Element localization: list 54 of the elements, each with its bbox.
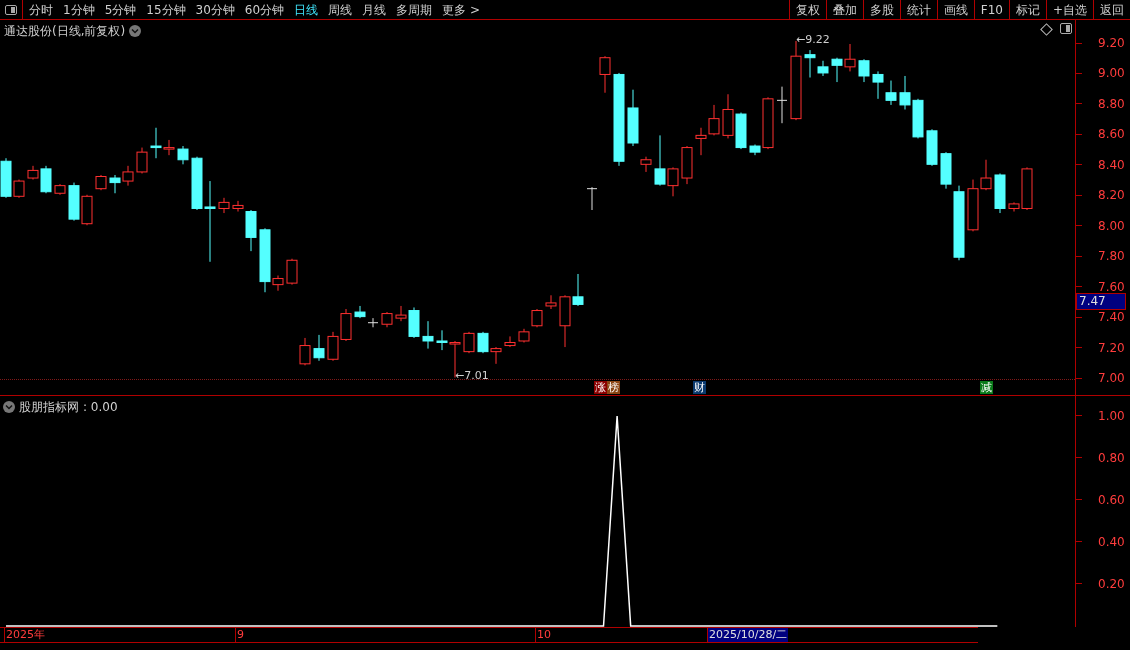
indicator-tick-label: 1.00 — [1098, 408, 1125, 423]
current-price-label: 7.47 — [1076, 293, 1126, 310]
price-tick-label: 9.20 — [1098, 37, 1125, 49]
period-tab[interactable]: 1分钟 — [63, 0, 95, 19]
chart-title: 通达股份(日线,前复权) — [4, 23, 126, 40]
toolbar-button[interactable]: 统计 — [899, 0, 937, 19]
period-tab[interactable]: 分时 — [29, 0, 53, 19]
panel-toggle-icon[interactable] — [1060, 23, 1072, 34]
indicator-tick-label: 0.80 — [1098, 450, 1125, 465]
chevron-down-icon[interactable] — [129, 25, 142, 37]
date-label: 2025/10/28/二 — [707, 628, 789, 642]
event-marker[interactable]: 财 — [693, 381, 706, 394]
period-tab[interactable]: 月线 — [362, 0, 387, 19]
date-label: 9 — [235, 628, 245, 642]
indicator-reading: : 0.00 — [83, 399, 118, 416]
chevron-down-icon[interactable] — [3, 401, 15, 413]
period-tab[interactable]: 多周期 — [396, 0, 433, 19]
price-tick-label: 7.60 — [1098, 280, 1125, 293]
event-marker[interactable]: 减 — [980, 381, 993, 394]
price-tick-label: 7.20 — [1098, 341, 1125, 354]
price-tick-label: 7.40 — [1098, 311, 1125, 324]
event-marker[interactable]: 涨 — [594, 381, 607, 394]
toolbar-button[interactable]: F10 — [973, 0, 1009, 19]
toolbar-button[interactable]: 复权 — [788, 0, 826, 19]
date-label: 2025年 — [4, 628, 46, 642]
date-label: 10 — [535, 628, 552, 642]
price-annotation: ←7.01 — [455, 369, 489, 381]
period-tab[interactable]: 15分钟 — [146, 0, 186, 19]
toolbar-button[interactable]: 多股 — [862, 0, 900, 19]
price-tick-label: 8.80 — [1098, 97, 1125, 110]
toolbar-button[interactable]: 标记 — [1008, 0, 1046, 19]
price-tick-label: 7.00 — [1098, 372, 1125, 385]
period-tab[interactable]: 5分钟 — [104, 0, 137, 19]
indicator-tick-label: 0.40 — [1098, 534, 1125, 549]
toolbar-button[interactable]: 叠加 — [825, 0, 863, 19]
period-tab[interactable]: 日线 — [294, 0, 319, 19]
price-tick-label: 9.00 — [1098, 67, 1125, 80]
toolbar-button[interactable]: +自选 — [1045, 0, 1093, 19]
indicator-tick-label: 0.20 — [1098, 577, 1125, 591]
price-annotation: ←9.22 — [796, 33, 830, 45]
toolbar-button[interactable]: 返回 — [1093, 0, 1130, 19]
price-tick-label: 8.20 — [1098, 189, 1125, 202]
price-tick-label: 8.60 — [1098, 128, 1125, 141]
toolbar-button[interactable]: 画线 — [936, 0, 974, 19]
price-tick-label: 7.80 — [1098, 250, 1125, 263]
period-tab[interactable]: 30分钟 — [195, 0, 235, 19]
period-tab[interactable]: 60分钟 — [244, 0, 285, 19]
event-marker[interactable]: 榜 — [607, 381, 620, 394]
period-tab[interactable]: 周线 — [328, 0, 353, 19]
price-tick-label: 8.40 — [1098, 158, 1125, 171]
period-tab[interactable]: 更多 > — [442, 0, 480, 19]
indicator-name: 股朋指标网 — [19, 399, 79, 416]
indicator-tick-label: 0.60 — [1098, 492, 1125, 507]
price-tick-label: 8.00 — [1098, 219, 1125, 232]
